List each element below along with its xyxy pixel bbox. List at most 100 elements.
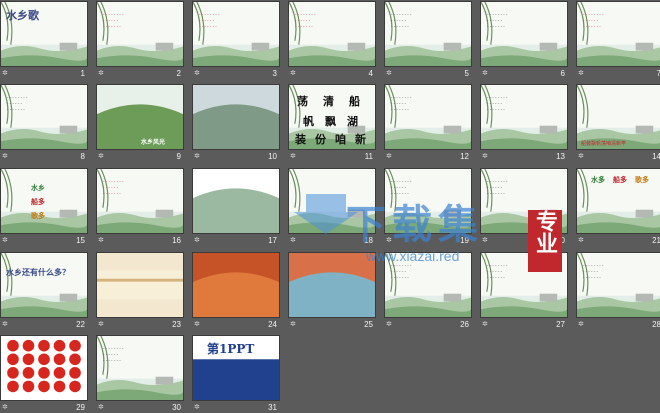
slide-cell: ✲ 23	[96, 252, 184, 330]
slide-cell: - - - - - - - - - - - - - - - - - - - - …	[384, 252, 472, 330]
slide-thumbnail[interactable]	[192, 252, 280, 318]
slide-number: 17	[268, 236, 277, 245]
transition-icon: ✲	[386, 236, 392, 244]
slide-number: 18	[364, 236, 373, 245]
slide-number: 8	[80, 152, 85, 161]
character: 清	[323, 95, 334, 108]
slide-thumbnail[interactable]: - - - - - - - - - - - - - - - - - - - - …	[192, 1, 280, 67]
slide-thumbnail[interactable]: - - - - - - - - - - - - - - - - - - - - …	[384, 252, 472, 318]
slide-text: - - - - - - - - - - - - - - - - - - - - …	[487, 12, 508, 29]
slide-thumbnail[interactable]: 水乡歌	[0, 1, 88, 67]
slide-number: 13	[556, 152, 565, 161]
slide-thumbnail[interactable]: - - - - - - - - - - - - - - - - - - - - …	[480, 1, 568, 67]
slide-thumbnail[interactable]: 水乡 船多 歌多	[0, 168, 88, 234]
slide-text: - - - - - - - - - - - - - - - - - - - - …	[487, 95, 508, 112]
slide-cell: 水乡还有什么多？ ✲ 22	[0, 252, 88, 330]
slide-thumbnail[interactable]	[0, 335, 88, 401]
slide-thumbnail[interactable]: 第1PPT	[192, 335, 280, 401]
slide-text: - - - - - - - - - - - - - - - - - - - - …	[199, 12, 220, 29]
slide-thumbnail[interactable]: 水多 船多 歌多	[576, 168, 660, 234]
transition-icon: ✲	[98, 236, 104, 244]
character: 份	[315, 133, 326, 146]
slide-cell: - - - - - - - - - - - - - - - - - - - - …	[384, 1, 472, 79]
slide-number: 22	[76, 320, 85, 329]
slide-number: 23	[172, 320, 181, 329]
transition-icon: ✲	[194, 403, 200, 411]
character: 荡	[297, 95, 308, 108]
slide-text: - - - - - - - - - - - - - - - - - - - - …	[487, 263, 508, 280]
slide-number: 25	[364, 320, 373, 329]
slide-number: 7	[656, 69, 660, 78]
slide-number: 5	[464, 69, 469, 78]
slide-thumbnail[interactable]: - - - - - - - - - - - - - - - - - - - - …	[576, 252, 660, 318]
slide-number: 6	[560, 69, 565, 78]
slide-thumbnail[interactable]: - - - - - - - - - - - - - - - - - - - - …	[288, 1, 376, 67]
slide-number: 20	[556, 236, 565, 245]
transition-icon: ✲	[290, 69, 296, 77]
transition-icon: ✲	[194, 236, 200, 244]
slide-text: - - - - - - - - - - - - - - - - - - - - …	[583, 12, 604, 29]
slide-thumbnail[interactable]: 荡 清 船帆飘湖装份咱新	[288, 84, 376, 150]
slide-number: 27	[556, 320, 565, 329]
slide-thumbnail[interactable]: 水乡风光	[96, 84, 184, 150]
slide-number: 14	[652, 152, 660, 161]
slide-thumbnail[interactable]	[96, 252, 184, 318]
character: 船	[349, 95, 360, 108]
slide-cell: ✲ 10	[192, 84, 280, 162]
transition-icon: ✲	[98, 69, 104, 77]
slide-thumbnail[interactable]: - - - - - - - - - - - - - - - - - - - - …	[480, 168, 568, 234]
transition-icon: ✲	[2, 320, 8, 328]
transition-icon: ✲	[578, 152, 584, 160]
slide-thumbnail[interactable]	[288, 168, 376, 234]
slide-thumbnail[interactable]	[192, 84, 280, 150]
transition-icon: ✲	[2, 152, 8, 160]
slide-cell: ✲ 25	[288, 252, 376, 330]
transition-icon: ✲	[2, 403, 8, 411]
slide-caption: 水乡风光	[141, 139, 166, 146]
slide-thumbnail[interactable]: - - - - - - - - - - - - - - - - - - - - …	[96, 168, 184, 234]
slide-text: - - - - - - - - - - - - - - - - - - - - …	[391, 95, 412, 112]
transition-icon: ✲	[98, 320, 104, 328]
transition-icon: ✲	[2, 69, 8, 77]
slide-thumbnail[interactable]: - - - - - - - - - - - - - - - - - - - - …	[480, 84, 568, 150]
slide-item: 歌多	[635, 175, 649, 184]
slide-number: 19	[460, 236, 469, 245]
slide-cell: 船装飘帆荡咱清新竿 ✲ 14	[576, 84, 660, 162]
transition-icon: ✲	[386, 320, 392, 328]
slide-cell: ✲ 18	[288, 168, 376, 246]
slide-cell: - - - - - - - - - - - - - - - - - - - - …	[480, 252, 568, 330]
slide-cell: - - - - - - - - - - - - - - - - - - - - …	[192, 1, 280, 79]
slide-thumbnail[interactable]: - - - - - - - - - - - - - - - - - - - - …	[576, 1, 660, 67]
slide-text: - - - - - - - - - - - - - - - - - - - - …	[583, 263, 604, 280]
slide-thumbnail[interactable]: - - - - - - - - - - - - - - - - - - - - …	[384, 1, 472, 67]
slide-thumbnail[interactable]: 水乡还有什么多？	[0, 252, 88, 318]
slide-thumbnail[interactable]: - - - - - - - - - - - - - - - - - - - - …	[0, 84, 88, 150]
slide-text: - - - - - - - - - - - - - - - - - - - - …	[391, 179, 412, 196]
slide-number: 16	[172, 236, 181, 245]
slide-thumbnail[interactable]: 船装飘帆荡咱清新竿	[576, 84, 660, 150]
slide-text: - - - - - - - - - - - - - - - - - - - - …	[391, 12, 412, 29]
slide-number: 12	[460, 152, 469, 161]
slide-item: 船多	[31, 197, 45, 206]
slide-thumbnail[interactable]: - - - - - - - - - - - - - - - - - - - - …	[96, 1, 184, 67]
slide-item: 水乡	[31, 183, 45, 192]
slide-thumbnail[interactable]	[288, 252, 376, 318]
character: 湖	[347, 115, 358, 128]
slide-text: - - - - - - - - - - - - - - - - - - - - …	[103, 179, 124, 196]
slide-cell: - - - - - - - - - - - - - - - - - - - - …	[96, 168, 184, 246]
slide-number: 2	[176, 69, 181, 78]
slide-thumbnail[interactable]: - - - - - - - - - - - - - - - - - - - - …	[384, 84, 472, 150]
transition-icon: ✲	[98, 403, 104, 411]
slide-thumbnail[interactable]: - - - - - - - - - - - - - - - - - - - - …	[480, 252, 568, 318]
slide-cell: - - - - - - - - - - - - - - - - - - - - …	[288, 1, 376, 79]
slide-cell: - - - - - - - - - - - - - - - - - - - - …	[576, 252, 660, 330]
slide-thumbnail[interactable]	[192, 168, 280, 234]
character: 帆	[303, 115, 314, 128]
slide-thumbnail[interactable]: - - - - - - - - - - - - - - - - - - - - …	[384, 168, 472, 234]
slide-cell: - - - - - - - - - - - - - - - - - - - - …	[0, 84, 88, 162]
slide-thumbnail[interactable]: - - - - - - - - - - - - - - - - - - - - …	[96, 335, 184, 401]
slide-cell: 荡 清 船帆飘湖装份咱新 ✲ 11	[288, 84, 376, 162]
transition-icon: ✲	[578, 320, 584, 328]
transition-icon: ✲	[482, 152, 488, 160]
slide-text: - - - - - - - - - - - - - - - - - - - - …	[103, 346, 124, 363]
